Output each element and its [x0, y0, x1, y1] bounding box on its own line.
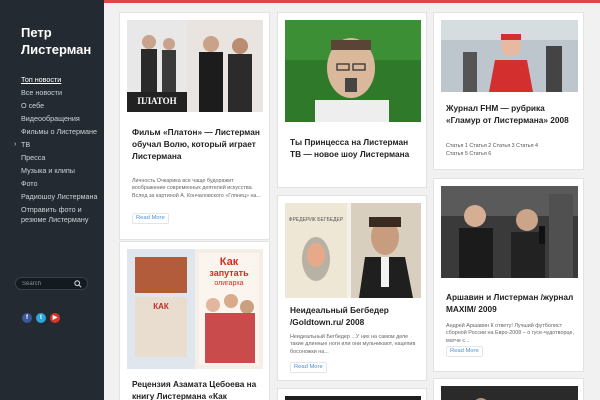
post-card-partial	[433, 378, 584, 400]
site-title-line2: Листерман	[21, 42, 92, 57]
post-card-oligarch: КАК Как запутать олигарха Рецензия Азама…	[119, 241, 270, 400]
post-title[interactable]: Фильм «Платон» — Листерман обучал Волю, …	[132, 126, 262, 163]
article-link[interactable]: Статья 5	[446, 151, 468, 157]
post-title[interactable]: Аршавин и Листерман /журнал MAXIM/ 2009	[446, 291, 576, 315]
site-title[interactable]: Петр Листерман	[21, 24, 101, 58]
post-thumbnail[interactable]: КАК Как запутать олигарха	[127, 249, 263, 369]
nav-item-radio[interactable]: Радиошоу Листермана	[21, 192, 101, 202]
article-links: Статья 1 Статья 2 Статья 3 Статья 4 Стат…	[446, 142, 576, 158]
nav-item-about[interactable]: О себе	[21, 101, 101, 111]
nav-item-tv[interactable]: › ТВ	[14, 140, 101, 150]
cover-title-mid: запутать	[209, 268, 249, 278]
post-title[interactable]: Журнал FHM — рубрика «Гламур от Листерма…	[446, 102, 576, 126]
post-excerpt: Андрей Аршавин К ответу! Лучший футболис…	[446, 323, 574, 344]
sidebar: Петр Листерман Топ новости Все новости О…	[0, 0, 104, 400]
article-link[interactable]: Статья 1	[446, 143, 468, 149]
post-thumbnail[interactable]: ПЛАТОН	[127, 20, 263, 112]
nav-item-press[interactable]: Пресса	[21, 153, 101, 163]
cover-title-top: Как	[220, 256, 239, 268]
post-card-princess: Ты Принцесса на Листерман ТВ — новое шоу…	[277, 12, 427, 188]
article-link[interactable]: Статья 4	[516, 143, 538, 149]
site-title-line1: Петр	[21, 25, 52, 40]
post-card-begbeder: ФРЕДЕРИК БЕГБЕДЕР Неидеальный Бегбедер /…	[277, 195, 427, 381]
post-card-arshavin: Аршавин и Листерман /журнал MAXIM/ 2009 …	[433, 178, 584, 372]
nav-item-music[interactable]: Музыка и клипы	[21, 166, 101, 176]
nav-item-photo[interactable]: Фото	[21, 179, 101, 189]
search-input[interactable]	[22, 279, 77, 289]
search-box	[15, 277, 88, 290]
nav-item-all-news[interactable]: Все новости	[21, 88, 101, 98]
post-card-platon: ПЛАТОН Фильм «Платон» — Листерман обучал…	[119, 12, 270, 240]
read-more-button[interactable]: Read More	[446, 346, 483, 357]
search-icon[interactable]	[74, 280, 82, 288]
read-more-button[interactable]: Read More	[290, 362, 327, 373]
svg-text:КАК: КАК	[153, 302, 169, 311]
nav-item-video[interactable]: Видеообращения	[21, 114, 101, 124]
article-link[interactable]: Статья 6	[469, 151, 491, 157]
post-excerpt: Неидеальный Бегбедер ...У них на самом д…	[290, 334, 416, 355]
book-author: ФРЕДЕРИК БЕГБЕДЕР	[289, 217, 344, 223]
post-card-partial	[277, 388, 427, 400]
nav-item-films[interactable]: Фильмы о Листермане	[21, 127, 101, 137]
youtube-icon[interactable]: ▶	[50, 313, 60, 323]
cover-title-sub: олигарха	[214, 280, 243, 287]
nav-item-top-news[interactable]: Топ новости	[21, 75, 101, 85]
nav-item-send[interactable]: Отправить фото и резюме Листерману	[21, 205, 101, 224]
read-more-button[interactable]: Read More	[132, 213, 169, 224]
post-excerpt: Личность Очкарика все чаще будоражит воо…	[132, 178, 261, 199]
post-thumbnail[interactable]	[441, 186, 578, 278]
chevron-right-icon: ›	[14, 141, 17, 148]
post-title[interactable]: Рецензия Азамата Цебоева на книгу Листер…	[132, 378, 266, 400]
main-nav: Топ новости Все новости О себе Видеообра…	[14, 75, 101, 228]
post-thumbnail[interactable]	[441, 20, 578, 92]
poster-title: ПЛАТОН	[137, 96, 176, 106]
twitter-icon[interactable]: t	[36, 313, 46, 323]
post-title[interactable]: Неидеальный Бегбедер /Goldtown.ru/ 2008	[290, 304, 420, 328]
nav-item-tv-label: ТВ	[21, 140, 31, 149]
post-title[interactable]: Ты Принцесса на Листерман ТВ — новое шоу…	[290, 136, 420, 160]
post-card-fhm: Журнал FHM — рубрика «Гламур от Листерма…	[433, 12, 584, 170]
facebook-icon[interactable]: f	[22, 313, 32, 323]
post-thumbnail[interactable]	[285, 396, 421, 400]
post-thumbnail[interactable]	[441, 386, 578, 400]
article-link[interactable]: Статья 2	[469, 143, 491, 149]
post-thumbnail[interactable]	[285, 20, 421, 122]
article-link[interactable]: Статья 3	[493, 143, 515, 149]
post-thumbnail[interactable]: ФРЕДЕРИК БЕГБЕДЕР	[285, 203, 421, 298]
